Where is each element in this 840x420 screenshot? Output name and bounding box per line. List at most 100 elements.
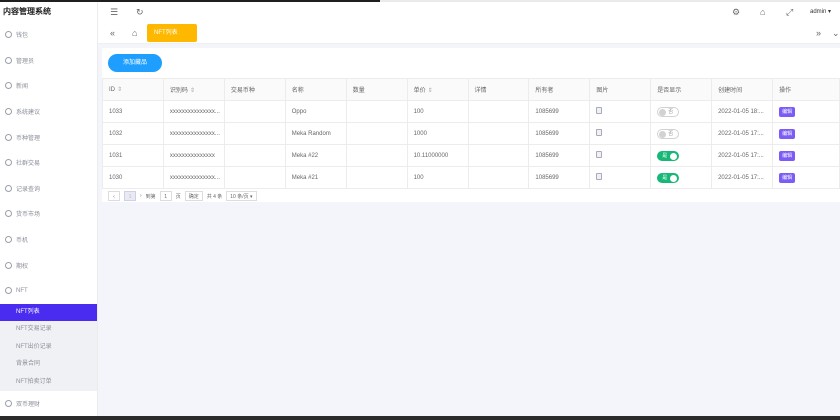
- cell-name: Oppo: [284, 100, 347, 123]
- toggle-knob: [659, 108, 667, 116]
- sidebar-item-label: 货币市场: [16, 212, 41, 219]
- submenu-item-0[interactable]: NFT列表: [0, 303, 97, 322]
- page-size-select[interactable]: 10 条/页 ▾: [226, 191, 257, 201]
- show-toggle[interactable]: 否: [657, 106, 680, 117]
- sidebar-item-label: 新闻: [16, 84, 29, 91]
- show-toggle[interactable]: 是: [657, 172, 680, 183]
- coin-icon: [5, 133, 12, 141]
- sort-icon[interactable]: ⇕: [428, 88, 433, 94]
- tabs-bar: « ⌂ NFT列表 » ⌄: [98, 22, 840, 44]
- cell-id: 1033: [102, 100, 164, 123]
- sidebar-item-3[interactable]: 系统建议: [0, 99, 97, 125]
- bottom-strip: [0, 416, 840, 420]
- sidebar-item-finance[interactable]: 双币理财: [0, 391, 97, 417]
- prev-page-button[interactable]: ‹: [108, 191, 120, 201]
- column-header[interactable]: 单价 ⇕: [406, 78, 469, 101]
- column-header: 是否显示: [650, 78, 713, 101]
- menu-toggle-icon[interactable]: ☰: [110, 7, 118, 17]
- cell-owner: 1085699: [528, 144, 591, 167]
- toggle-text: 否: [668, 131, 674, 137]
- sidebar-item-8[interactable]: 币机: [0, 227, 97, 253]
- tag-icon[interactable]: ⌂: [760, 7, 765, 17]
- column-header: 操作: [772, 78, 840, 101]
- cell-image: [589, 100, 652, 123]
- sidebar-item-6[interactable]: 记录查询: [0, 176, 97, 202]
- sidebar-item-4[interactable]: 币种管理: [0, 124, 97, 150]
- cell-qty: [345, 122, 408, 145]
- submenu-item-1[interactable]: NFT交易记录: [0, 321, 97, 339]
- submenu-item-3[interactable]: 背景合同: [0, 356, 97, 374]
- sidebar-item-0[interactable]: 钱包: [0, 22, 97, 48]
- pagination: ‹ 1 › 到第 1 页 确定 共 4 条 10 条/页 ▾: [108, 190, 257, 202]
- page-input[interactable]: 1: [159, 191, 172, 201]
- column-header[interactable]: ID ⇕: [102, 78, 164, 101]
- cell-currency: [223, 144, 286, 167]
- cell-created: 2022-01-05 18:...: [711, 100, 774, 123]
- cell-action: 编辑: [772, 144, 840, 167]
- theme-icon[interactable]: ⚙: [732, 7, 740, 17]
- edit-button[interactable]: 编辑: [779, 128, 796, 139]
- cell-qty: [345, 144, 408, 167]
- sidebar-item-7[interactable]: 货币市场: [0, 201, 97, 227]
- submenu-item-2[interactable]: NFT出价记录: [0, 339, 97, 357]
- sidebar-item-label: 管理员: [16, 58, 35, 65]
- cell-created: 2022-01-05 17:...: [711, 122, 774, 145]
- toggle-text: 否: [668, 109, 674, 115]
- tabs-right-icon[interactable]: »: [816, 28, 821, 38]
- sort-icon[interactable]: ⇕: [190, 88, 195, 94]
- edit-button[interactable]: 编辑: [779, 106, 796, 117]
- record-icon: [5, 184, 12, 192]
- page-unit: 页: [175, 193, 181, 200]
- next-page-button[interactable]: ›: [140, 193, 142, 199]
- cell-owner: 1085699: [528, 122, 591, 145]
- broken-image-icon: [596, 107, 603, 114]
- edit-button[interactable]: 编辑: [779, 172, 796, 183]
- cell-code: xxxxxxxxxxxxxxx...: [162, 100, 225, 123]
- cell-detail: [467, 166, 530, 189]
- toggle-knob: [670, 174, 678, 182]
- column-header[interactable]: 识别码 ⇕: [162, 78, 225, 101]
- sidebar-item-1[interactable]: 管理员: [0, 48, 97, 74]
- sidebar-item-label: 期权: [16, 263, 29, 270]
- current-page[interactable]: 1: [124, 191, 136, 201]
- cell-qty: [345, 166, 408, 189]
- page-size-value: 10 条/页: [230, 194, 249, 200]
- cell-show: 是: [650, 144, 713, 167]
- sort-icon[interactable]: ⇕: [117, 87, 122, 93]
- user-menu[interactable]: admin ▾: [810, 8, 831, 15]
- toggle-text: 是: [662, 175, 668, 181]
- option-icon: [5, 261, 12, 269]
- tabs-more-icon[interactable]: ⌄: [832, 28, 840, 38]
- user-name: admin: [810, 9, 827, 15]
- broken-image-icon: [596, 129, 603, 136]
- submenu-item-4[interactable]: NFT拍卖订单: [0, 374, 97, 392]
- finance-icon: [5, 400, 12, 408]
- cell-owner: 1085699: [528, 100, 591, 123]
- cell-show: 否: [650, 122, 713, 145]
- main-content: 添加藏品 ID ⇕ 识别码 ⇕ 交易币种 名称 数量 单价 ⇕ 详情 所有者 图片 是否显示 创建时间 操作…: [98, 44, 840, 420]
- show-toggle[interactable]: 否: [657, 128, 680, 139]
- show-toggle[interactable]: 是: [657, 150, 680, 161]
- sidebar-item-10[interactable]: NFT: [0, 278, 97, 304]
- confirm-page-button[interactable]: 确定: [184, 191, 203, 201]
- cell-action: 编辑: [772, 100, 840, 123]
- fullscreen-icon[interactable]: ⤢: [786, 7, 793, 17]
- tab-nft-list[interactable]: NFT列表: [147, 24, 197, 42]
- cell-name: Meka Random: [284, 122, 347, 145]
- home-icon[interactable]: ⌂: [132, 28, 137, 38]
- sidebar-item-5[interactable]: 社群交易: [0, 150, 97, 176]
- cell-price: 100: [406, 166, 469, 189]
- refresh-icon[interactable]: ↻: [136, 7, 144, 17]
- cell-created: 2022-01-05 17:...: [711, 144, 774, 167]
- cell-action: 编辑: [772, 122, 840, 145]
- sidebar-item-9[interactable]: 期权: [0, 252, 97, 278]
- machine-icon: [5, 236, 12, 244]
- wallet-icon: [5, 31, 12, 39]
- sidebar-item-label: 记录查询: [16, 186, 41, 193]
- add-collection-button[interactable]: 添加藏品: [108, 54, 162, 72]
- edit-button[interactable]: 编辑: [779, 150, 796, 161]
- sidebar-item-2[interactable]: 新闻: [0, 73, 97, 99]
- tabs-left-icon[interactable]: «: [110, 28, 115, 38]
- goto-label: 到第: [145, 193, 156, 200]
- column-header: 名称: [284, 78, 347, 101]
